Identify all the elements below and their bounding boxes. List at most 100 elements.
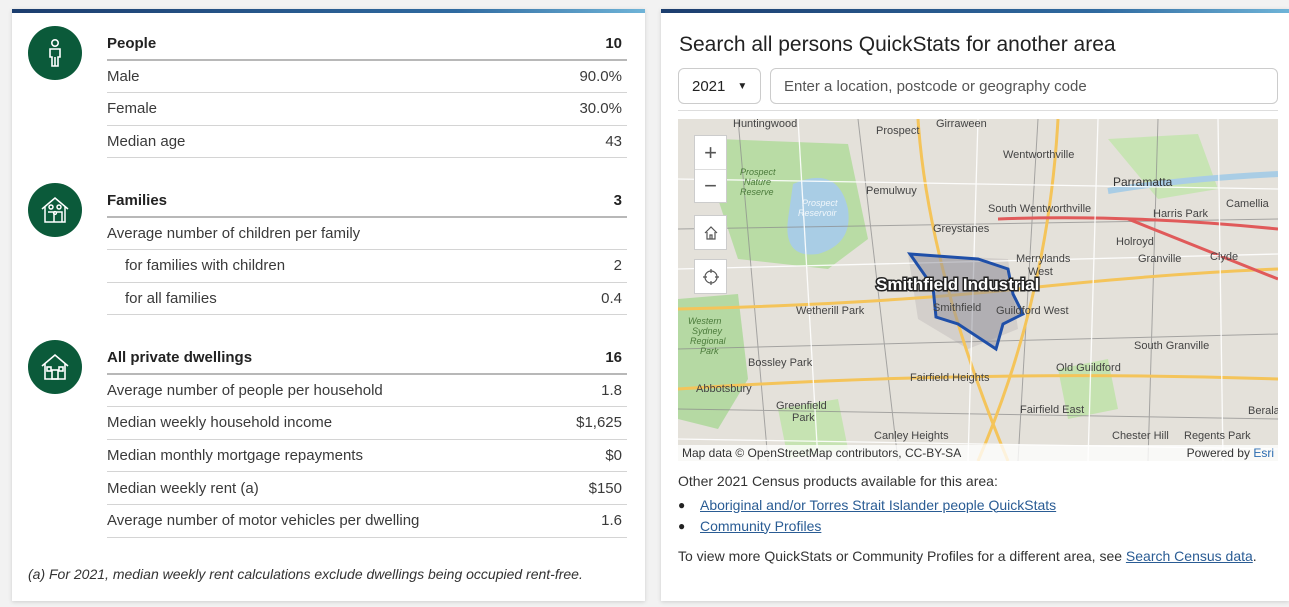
home-button[interactable]	[694, 215, 727, 250]
row-label: Male	[107, 67, 140, 85]
attribution-text: Map data © OpenStreetMap contributors, C…	[682, 446, 962, 460]
svg-text:Western: Western	[688, 316, 721, 326]
row-value: 0.4	[601, 290, 622, 308]
row-value: 30.0%	[579, 100, 622, 118]
row-label: for all families	[125, 290, 217, 308]
svg-text:Prospect: Prospect	[876, 125, 919, 137]
families-header-row: Families 3	[107, 185, 627, 218]
list-item: ● Community Profiles	[678, 515, 1056, 536]
search-title: Search all persons QuickStats for anothe…	[679, 33, 1116, 56]
svg-text:Chester Hill: Chester Hill	[1112, 430, 1169, 442]
svg-text:Nature: Nature	[744, 177, 771, 187]
svg-text:Wetherill Park: Wetherill Park	[796, 305, 865, 317]
search-census-text: To view more QuickStats or Community Pro…	[678, 548, 1257, 564]
community-profiles-link[interactable]: Community Profiles	[700, 518, 821, 534]
row-label: Median weekly rent (a)	[107, 479, 259, 497]
svg-text:Regents Park: Regents Park	[1184, 430, 1251, 442]
row-value: 90.0%	[579, 67, 622, 85]
search-census-data-link[interactable]: Search Census data	[1126, 548, 1253, 564]
svg-text:Bossley Park: Bossley Park	[748, 357, 813, 369]
table-row: Median age 43	[107, 126, 627, 159]
svg-text:Smithfield: Smithfield	[933, 302, 981, 314]
table-row: Median monthly mortgage repayments $0	[107, 440, 627, 473]
svg-text:Camellia: Camellia	[1226, 198, 1270, 210]
bullet: ●	[678, 518, 686, 533]
table-row: Average number of children per family	[107, 218, 627, 251]
row-value: 1.8	[601, 381, 622, 399]
powered-by: Powered by Esri	[1186, 446, 1274, 460]
svg-text:Greenfield: Greenfield	[776, 400, 827, 412]
svg-text:Guildford West: Guildford West	[996, 305, 1069, 317]
svg-text:Merrylands: Merrylands	[1016, 253, 1071, 265]
house-icon	[28, 340, 82, 394]
home-icon	[695, 216, 726, 249]
svg-text:Clyde: Clyde	[1210, 251, 1238, 263]
year-value: 2021	[692, 77, 726, 95]
map-view[interactable]: Huntingwood Prospect Girraween Wentworth…	[678, 119, 1278, 461]
locate-button[interactable]	[694, 259, 727, 294]
svg-text:Girraween: Girraween	[936, 119, 987, 130]
svg-text:Fairfield East: Fairfield East	[1020, 404, 1084, 416]
person-icon	[28, 26, 82, 80]
zoom-in-button[interactable]: +	[695, 136, 726, 169]
row-value: $1,625	[576, 414, 622, 432]
row-label: Median age	[107, 133, 186, 151]
svg-text:Fairfield Heights: Fairfield Heights	[910, 372, 990, 384]
people-header-row: People 10	[107, 28, 627, 61]
dwellings-table: All private dwellings 16 Average number …	[107, 342, 627, 538]
products-intro: Other 2021 Census products available for…	[678, 473, 998, 489]
row-value: 1.6	[601, 512, 622, 530]
svg-text:Granville: Granville	[1138, 253, 1181, 265]
svg-text:Holroyd: Holroyd	[1116, 236, 1154, 248]
dwellings-count: 16	[605, 348, 622, 366]
dwellings-title: All private dwellings	[107, 348, 253, 366]
family-house-icon	[28, 183, 82, 237]
bullet: ●	[678, 497, 686, 512]
location-search-input[interactable]	[770, 68, 1278, 104]
table-row: Female 30.0%	[107, 93, 627, 126]
products-list: ● Aboriginal and/or Torres Strait Islande…	[678, 494, 1056, 536]
area-label: Smithfield Industrial	[876, 275, 1039, 294]
table-row: Male 90.0%	[107, 61, 627, 94]
row-label: for families with children	[125, 257, 286, 275]
summary-panel: People 10 Male 90.0% Female 30.0% Median…	[12, 9, 645, 601]
row-label: Average number of children per family	[107, 224, 361, 242]
table-row: Median weekly rent (a) $150	[107, 472, 627, 505]
dwellings-header-row: All private dwellings 16	[107, 342, 627, 375]
svg-text:Reserve: Reserve	[740, 187, 774, 197]
table-row: Median weekly household income $1,625	[107, 407, 627, 440]
svg-text:Park: Park	[792, 412, 815, 424]
row-value: 43	[605, 133, 622, 151]
atsi-quickstats-link[interactable]: Aboriginal and/or Torres Strait Islander…	[700, 497, 1056, 513]
people-title: People	[107, 34, 157, 52]
svg-text:Abbotsbury: Abbotsbury	[696, 383, 752, 395]
crosshair-icon	[695, 260, 726, 293]
people-table: People 10 Male 90.0% Female 30.0% Median…	[107, 28, 627, 159]
svg-text:Old Guildford: Old Guildford	[1056, 362, 1121, 374]
caret-down-icon: ▼	[737, 80, 748, 92]
svg-text:Berala: Berala	[1248, 405, 1278, 417]
svg-text:Regional: Regional	[690, 336, 727, 346]
svg-text:Greystanes: Greystanes	[933, 223, 990, 235]
svg-text:Sydney: Sydney	[692, 326, 723, 336]
map-base: Huntingwood Prospect Girraween Wentworth…	[678, 119, 1278, 461]
esri-link[interactable]: Esri	[1253, 446, 1274, 460]
families-title: Families	[107, 191, 168, 209]
footnote: (a) For 2021, median weekly rent calcula…	[28, 566, 583, 582]
table-row: Average number of motor vehicles per dwe…	[107, 505, 627, 538]
year-select[interactable]: 2021 ▼	[678, 68, 761, 104]
families-count: 3	[613, 191, 622, 209]
zoom-controls: + −	[694, 135, 727, 203]
svg-text:South Wentworthville: South Wentworthville	[988, 203, 1091, 215]
divider	[678, 110, 1278, 111]
zoom-out-button[interactable]: −	[695, 169, 726, 202]
row-value: $150	[588, 479, 622, 497]
svg-text:Harris Park: Harris Park	[1153, 208, 1209, 220]
search-panel: Search all persons QuickStats for anothe…	[661, 9, 1289, 601]
table-row: for families with children 2	[107, 250, 627, 283]
row-value: 2	[613, 257, 622, 275]
row-label: Median weekly household income	[107, 414, 333, 432]
map-attribution: Map data © OpenStreetMap contributors, C…	[678, 445, 1278, 461]
svg-text:Parramatta: Parramatta	[1113, 175, 1173, 189]
svg-text:Reservoir: Reservoir	[798, 208, 838, 218]
